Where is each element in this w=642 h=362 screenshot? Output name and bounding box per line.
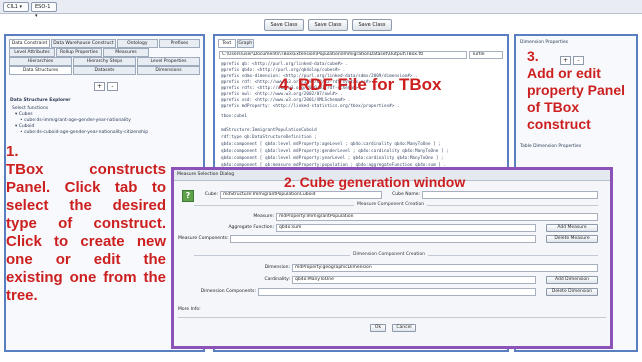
tab-rollup-properties[interactable]: Rollup Properties — [56, 48, 102, 57]
tree-item[interactable]: Select functions — [12, 106, 48, 111]
tab-data-constraint[interactable]: Data Constraint — [9, 39, 51, 48]
tab-dw-construct[interactable]: Data Warehouse Construct — [51, 39, 116, 48]
add-construct-button[interactable]: + — [94, 82, 105, 91]
tab-level-attributes[interactable]: Level Attributes — [9, 48, 55, 57]
aggregate-function-label: Aggregate Function: — [228, 225, 274, 230]
dimension-components-label: Dimension Components: — [200, 289, 256, 294]
cardinality-select[interactable]: qb4o:ManyToOne — [292, 276, 536, 284]
tab-dimensions[interactable]: Dimensions — [137, 66, 200, 75]
cube-name-label: Cube Name: — [392, 192, 420, 197]
left-tabs-row3: Hierarchies Hierarchy Steps Level Proper… — [9, 57, 200, 66]
rdf-line: @prefix qb4o: <http://purl.org/qb4olap/c… — [221, 68, 346, 73]
dialog-title: Measure Selection Dialog — [177, 172, 235, 177]
tab-level-properties[interactable]: Level Properties — [137, 57, 200, 66]
rdf-line: qb4o:component [ qb4o:level mdProperty:g… — [221, 149, 449, 154]
tree-item[interactable]: ▾ Cuboid — [15, 124, 34, 129]
rdf-line: tbox:cube1 — [221, 114, 247, 119]
footer-divider — [178, 317, 606, 318]
rdf-line: rdf:type qb:DataStructureDefinition ; — [221, 135, 317, 140]
dimension-components-list[interactable] — [258, 288, 536, 296]
cardinality-label: Cardinality: — [264, 277, 290, 282]
tab-graph[interactable]: Graph — [236, 39, 254, 48]
cube-label: Cube: — [204, 192, 218, 197]
cube-generation-dialog: Measure Selection Dialog 2. Cube generat… — [171, 167, 613, 349]
output-format-select[interactable]: Turtle — [469, 51, 503, 59]
toolbar-button-1[interactable]: Save Class — [264, 19, 304, 31]
cube-select[interactable]: mdStructure:ImmigrantPopulationCuboid — [220, 191, 382, 199]
rdf-line: @prefix mdProperty: <http://linked-stati… — [221, 104, 400, 109]
left-tabs-row4: Data Structures Datasets Dimensions — [9, 66, 200, 75]
cancel-button[interactable]: Cancel — [392, 324, 416, 332]
dimension-select[interactable]: mdProperty:geographicDimension — [292, 264, 598, 272]
add-dimension-button[interactable]: Add Dimension — [546, 276, 598, 284]
tab-prefixes[interactable]: Prefixes — [158, 39, 200, 48]
tab-measures[interactable]: Measures — [103, 48, 149, 57]
rdf-tabs: Text Graph — [218, 39, 254, 48]
annotation-dialog: 2. Cube generation window — [284, 174, 466, 190]
tab-hierarchies[interactable]: Hierarchies — [9, 57, 72, 66]
tab-hierarchy-steps[interactable]: Hierarchy Steps — [73, 57, 136, 66]
tree-item[interactable]: • cube:ds-immigrant-age-gender-year-nati… — [20, 118, 131, 123]
top-tab-1[interactable]: CIL1 ▾ — [3, 2, 29, 12]
top-tab-2[interactable]: ESO-1 ▾ — [31, 2, 57, 19]
more-info-label: More Info: — [178, 307, 201, 312]
toolbar: Save Class Save Class Save Class — [264, 19, 394, 31]
dimension-label: Dimension: — [264, 265, 290, 270]
property-panel-title: Dimension Properties — [520, 40, 569, 45]
left-tabs-row1: Data Constraint Data Warehouse Construct… — [9, 39, 200, 48]
add-measure-button[interactable]: Add Measure — [546, 224, 598, 232]
aggregate-function-select[interactable]: qb4o:sum — [276, 224, 536, 232]
tab-text[interactable]: Text — [218, 39, 236, 48]
remove-construct-button[interactable]: - — [107, 82, 118, 91]
rdf-line: @prefix qb: <http://purl.org/linked-data… — [221, 62, 348, 67]
measure-section-title: Measure Component Creation — [354, 202, 428, 207]
measure-components-label: Measure Components: — [178, 236, 229, 241]
top-tab-bar: CIL1 ▾ ESO-1 ▾ — [0, 0, 642, 19]
annotation-center: 4. RDF File for TBox — [279, 75, 442, 94]
tree-title: Data Structure Explorer — [10, 98, 71, 103]
tab-ontology[interactable]: Ontology — [116, 39, 158, 48]
rdf-line: qb4o:component [ qb4o:level mdProperty:y… — [221, 156, 444, 161]
help-icon: ? — [182, 190, 194, 202]
property-panel-lower-title: Table Dimension Properties — [520, 144, 582, 149]
annotation-right: 3. Add or edit property Panel of TBox co… — [527, 48, 626, 132]
file-path-field[interactable]: C:\Users\user\Documents\TBox\Extension\P… — [219, 51, 467, 59]
left-tabs-row2: Level Attributes Rollup Properties Measu… — [9, 48, 149, 57]
toolbar-button-2[interactable]: Save Class — [308, 19, 348, 31]
rdf-line: @prefix xsd: <http://www.w3.org/2001/XML… — [221, 98, 351, 103]
cube-name-input[interactable] — [422, 191, 598, 199]
measure-components-list[interactable] — [230, 235, 536, 243]
dimension-section-title: Dimension Component Creation — [350, 252, 428, 257]
tab-datasets[interactable]: Datasets — [73, 66, 136, 75]
annotation-left: 1. TBox constructs Panel. Click tab to s… — [6, 143, 166, 304]
rdf-line: qb4o:component [ qb4o:level mdProperty:a… — [221, 142, 441, 147]
measure-select[interactable]: mdProperty:ImmigrantPopulation — [276, 213, 598, 221]
tree-item[interactable]: ▾ Cubes — [15, 112, 33, 117]
rdf-line: mdStructure:ImmigrantPopulationCuboid — [221, 128, 317, 133]
ok-button[interactable]: Ok — [370, 324, 386, 332]
tab-data-structures[interactable]: Data Structures — [9, 66, 72, 75]
measure-label: Measure: — [253, 214, 274, 219]
delete-measure-button[interactable]: Delete Measure — [546, 235, 598, 243]
toolbar-button-3[interactable]: Save Class — [352, 19, 392, 31]
tree-item[interactable]: • cube:ds-cuboid-age-gender-year-nationa… — [20, 130, 148, 135]
delete-dimension-button[interactable]: Delete Dimension — [546, 288, 598, 296]
